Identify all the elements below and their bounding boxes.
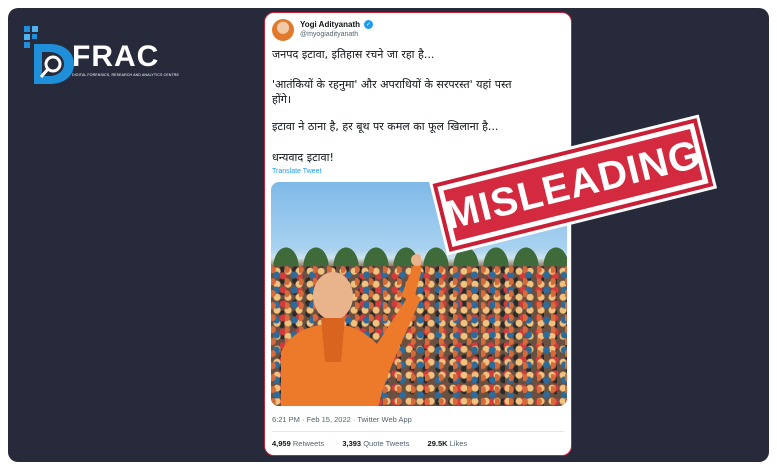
dfrac-logo: FRAC DIGITAL FORENSICS, RESEARCH AND ANA… (22, 22, 192, 92)
likes-count[interactable]: 29.5K (428, 439, 448, 448)
tweet-text-line: जनपद इटावा, इतिहास रचने जा रहा है... (272, 48, 435, 61)
quotes-count[interactable]: 3,393 (342, 439, 361, 448)
photo-speaker (281, 254, 421, 406)
retweets-label[interactable]: Retweets (293, 439, 324, 448)
author-name[interactable]: Yogi Adityanath (300, 20, 360, 29)
tweet-text-line: 'आतंकियों के रहनुमा' और अपराधियों के सरप… (272, 78, 512, 91)
avatar[interactable] (272, 19, 294, 41)
logo-wordmark: FRAC (72, 40, 160, 73)
tweet-stats: 4,959 Retweets 3,393 Quote Tweets 29.5K … (272, 439, 467, 448)
tweet-text-line: होंगे। (272, 93, 292, 106)
verified-badge-icon: ✓ (364, 20, 373, 29)
logo-tagline: DIGITAL FORENSICS, RESEARCH AND ANALYTIC… (72, 73, 179, 77)
tweet-timestamp[interactable]: 6:21 PM · Feb 15, 2022 · Twitter Web App (272, 415, 412, 424)
divider (272, 431, 564, 432)
tweet-text-line: इटावा ने ठाना है, हर बूथ पर कमल का फूल ख… (272, 120, 499, 133)
quotes-label[interactable]: Quote Tweets (363, 439, 409, 448)
background-panel: FRAC DIGITAL FORENSICS, RESEARCH AND ANA… (8, 8, 769, 462)
retweets-count[interactable]: 4,959 (272, 439, 291, 448)
tweet-card: Yogi Adityanath ✓ @myogiadityanath जनपद … (264, 12, 572, 456)
author-handle[interactable]: @myogiadityanath (300, 31, 358, 38)
translate-tweet-link[interactable]: Translate Tweet (272, 168, 321, 175)
likes-label[interactable]: Likes (450, 439, 468, 448)
